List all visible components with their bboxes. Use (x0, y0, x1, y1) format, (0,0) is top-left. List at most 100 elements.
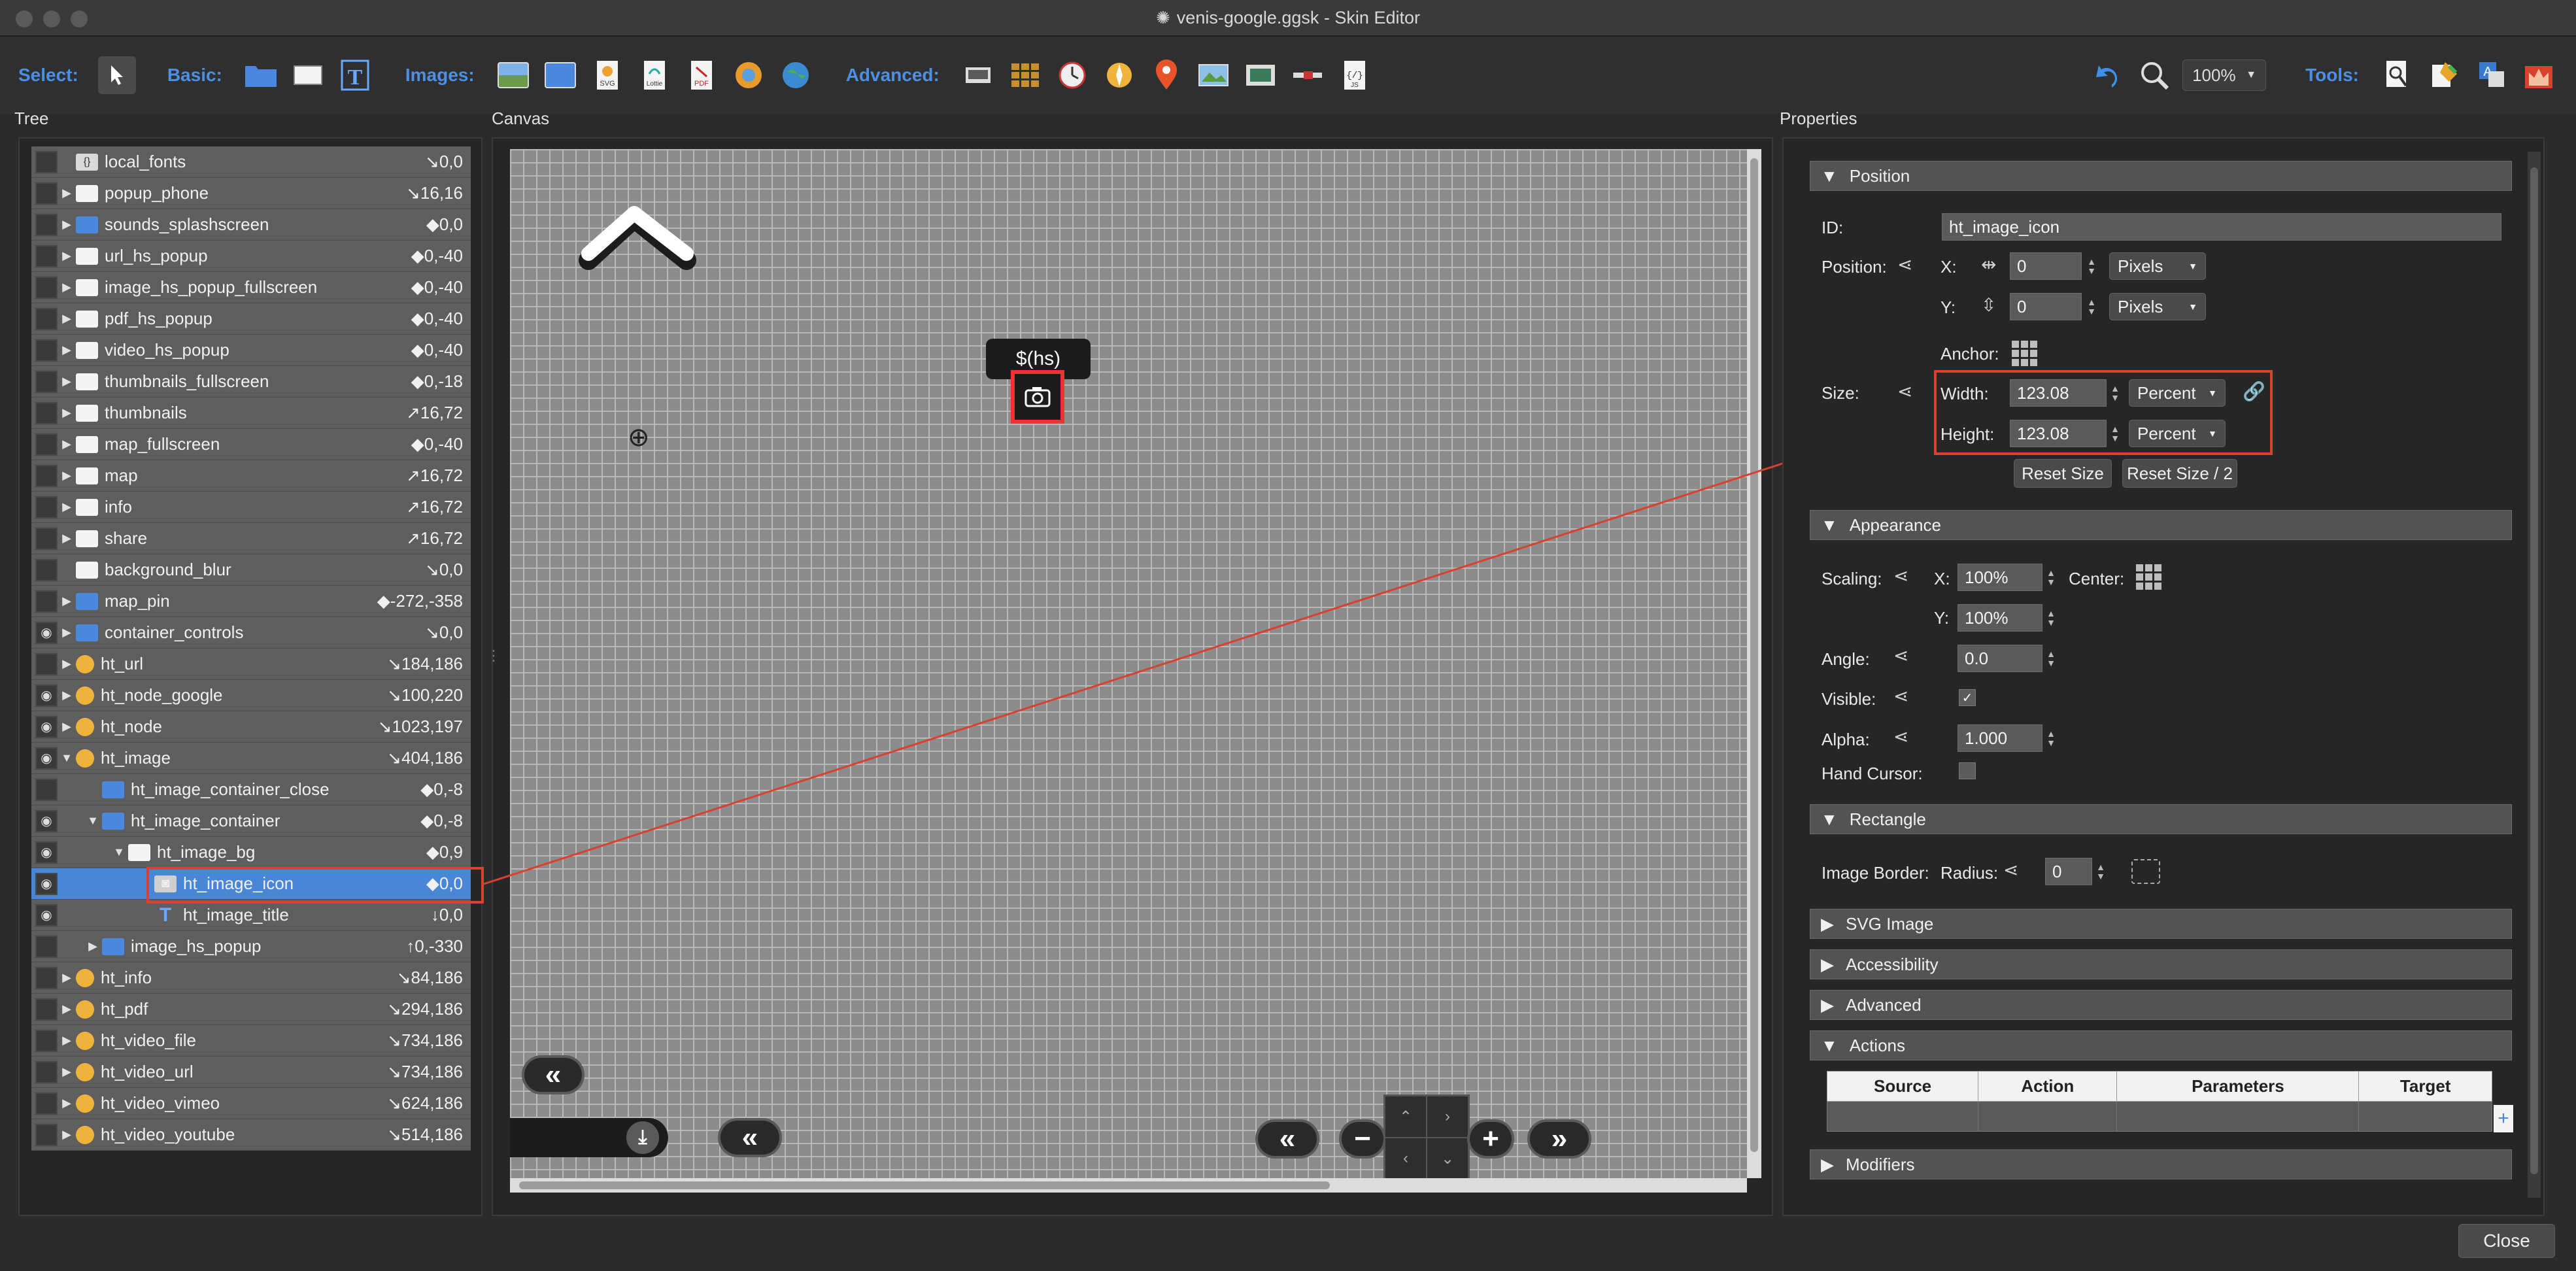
height-stepper[interactable]: ▲ ▼ (2107, 420, 2124, 447)
chevron-down-icon: ▼ (2188, 261, 2197, 271)
x-field[interactable]: 0 (2010, 252, 2082, 280)
properties-scroll-thumb[interactable] (2530, 167, 2538, 1174)
actions-header-row: Source Action Parameters Target (1826, 1071, 2492, 1102)
reset-size-half-button[interactable]: Reset Size / 2 (2122, 459, 2237, 488)
chevron-down-icon: ▼ (2188, 301, 2197, 312)
actions-column-header[interactable]: Source (1826, 1071, 1979, 1102)
anchor-label: Anchor: (1940, 344, 1999, 364)
alpha-label: Alpha: (1822, 730, 1870, 749)
position-label: Position: (1822, 257, 1887, 277)
scale-y-label: Y: (1934, 608, 1950, 628)
modifiers-header-label: Modifiers (1846, 1154, 1915, 1174)
vertical-arrows-icon: ⇳ (1981, 295, 1997, 315)
hand-cursor-label: Hand Cursor: (1822, 764, 1923, 783)
chevron-down-icon: ▼ (2208, 428, 2217, 439)
center-label: Center: (2069, 569, 2125, 588)
height-unit-value: Percent (2137, 423, 2196, 443)
y-label: Y: (1940, 297, 1956, 317)
width-stepper[interactable]: ▲ ▼ (2107, 379, 2124, 407)
reset-size-button[interactable]: Reset Size (2014, 459, 2112, 488)
radius-stepper[interactable]: ▲ ▼ (2092, 858, 2109, 885)
properties-scrollbar[interactable] (2528, 152, 2541, 1198)
collapsed-section-header[interactable]: ▶ Advanced (1810, 990, 2512, 1020)
actions-header-label: Actions (1849, 1035, 1905, 1055)
expand-right-icon: ▶ (1821, 954, 1834, 974)
scale-x-label: X: (1934, 569, 1950, 588)
collapsed-section-header[interactable]: ▶ SVG Image (1810, 909, 2512, 939)
image-border-label: Image Border: (1822, 863, 1929, 883)
angle-field[interactable]: 0.0 (1957, 645, 2042, 672)
expand-down-icon: ▼ (1821, 515, 1838, 535)
width-field[interactable]: 123.08 (2010, 379, 2107, 407)
actions-section-header[interactable]: ▼ Actions (1810, 1030, 2512, 1060)
share-icon[interactable]: ⋖ (1893, 685, 1908, 707)
center-grid-icon[interactable] (2134, 562, 2163, 591)
x-unit-value: Pixels (2118, 256, 2163, 276)
alpha-field[interactable]: 1.000 (1957, 724, 2042, 752)
share-icon[interactable]: ⋖ (1893, 645, 1908, 666)
anchor-grid-icon[interactable] (2010, 339, 2039, 367)
radius-label: Radius: (1940, 863, 1999, 883)
expand-down-icon: ▼ (1821, 1035, 1838, 1055)
radius-field[interactable]: 0 (2045, 858, 2092, 885)
actions-empty-row[interactable] (1826, 1101, 2492, 1132)
expand-down-icon: ▼ (1821, 809, 1838, 829)
position-header-label: Position (1849, 165, 1910, 186)
share-icon[interactable]: ⋖ (1893, 565, 1908, 586)
link-icon[interactable]: 🔗 (2243, 381, 2265, 402)
border-edit-icon[interactable] (2131, 859, 2160, 884)
rectangle-header-label: Rectangle (1849, 809, 1926, 829)
expand-right-icon: ▶ (1821, 913, 1834, 934)
scaling-label: Scaling: (1822, 569, 1882, 588)
collapsed-section-header[interactable]: ▶ Accessibility (1810, 949, 2512, 979)
id-field[interactable]: ht_image_icon (1942, 213, 2501, 241)
section-header-label: Accessibility (1846, 954, 1939, 974)
actions-column-header[interactable]: Parameters (2116, 1071, 2360, 1102)
expand-right-icon: ▶ (1821, 1154, 1834, 1174)
scale-y-field[interactable]: 100% (1957, 604, 2042, 632)
share-icon[interactable]: ⋖ (1897, 381, 1912, 402)
alpha-stepper[interactable]: ▲ ▼ (2042, 724, 2059, 752)
angle-stepper[interactable]: ▲ ▼ (2042, 645, 2059, 672)
add-action-button[interactable]: + (2494, 1105, 2513, 1132)
x-unit-select[interactable]: Pixels ▼ (2109, 252, 2206, 280)
actions-column-header[interactable]: Action (1978, 1071, 2118, 1102)
height-label: Height: (1940, 424, 1995, 444)
size-label: Size: (1822, 383, 1859, 403)
x-label: X: (1940, 257, 1957, 277)
position-section-header[interactable]: ▼ Position (1810, 161, 2512, 191)
x-stepper[interactable]: ▲ ▼ (2083, 252, 2100, 280)
y-unit-select[interactable]: Pixels ▼ (2109, 293, 2206, 320)
share-icon[interactable]: ⋖ (1893, 726, 1908, 747)
rectangle-section-header[interactable]: ▼ Rectangle (1810, 804, 2512, 834)
y-unit-value: Pixels (2118, 296, 2163, 316)
share-icon[interactable]: ⋖ (2003, 859, 2018, 881)
horizontal-arrows-icon: ⇹ (1981, 254, 1997, 275)
chevron-down-icon: ▼ (2208, 388, 2217, 398)
actions-table: Source Action Parameters Target (1826, 1071, 2492, 1132)
actions-column-header[interactable]: Target (2358, 1071, 2492, 1102)
width-unit-value: Percent (2137, 382, 2196, 403)
appearance-header-label: Appearance (1849, 515, 1941, 535)
expand-right-icon: ▶ (1821, 994, 1834, 1015)
hand-cursor-checkbox[interactable] (1959, 762, 1976, 779)
modifiers-section-header[interactable]: ▶ Modifiers (1810, 1149, 2512, 1179)
width-unit-select[interactable]: Percent ▼ (2129, 379, 2226, 407)
y-stepper[interactable]: ▲ ▼ (2083, 293, 2100, 320)
expand-down-icon: ▼ (1821, 165, 1838, 186)
angle-label: Angle: (1822, 649, 1870, 669)
y-field[interactable]: 0 (2010, 293, 2082, 320)
scale-y-stepper[interactable]: ▲ ▼ (2042, 604, 2059, 632)
appearance-section-header[interactable]: ▼ Appearance (1810, 510, 2512, 540)
width-label: Width: (1940, 384, 1989, 403)
height-field[interactable]: 123.08 (2010, 420, 2107, 447)
visible-label: Visible: (1822, 689, 1876, 709)
scale-x-field[interactable]: 100% (1957, 564, 2042, 591)
visible-checkbox[interactable]: ✓ (1959, 689, 1976, 706)
share-icon[interactable]: ⋖ (1897, 254, 1912, 275)
height-unit-select[interactable]: Percent ▼ (2129, 420, 2226, 447)
section-header-label: Advanced (1846, 994, 1922, 1015)
close-button[interactable]: Close (2458, 1224, 2555, 1258)
scale-x-stepper[interactable]: ▲ ▼ (2042, 564, 2059, 591)
section-header-label: SVG Image (1846, 913, 1934, 934)
